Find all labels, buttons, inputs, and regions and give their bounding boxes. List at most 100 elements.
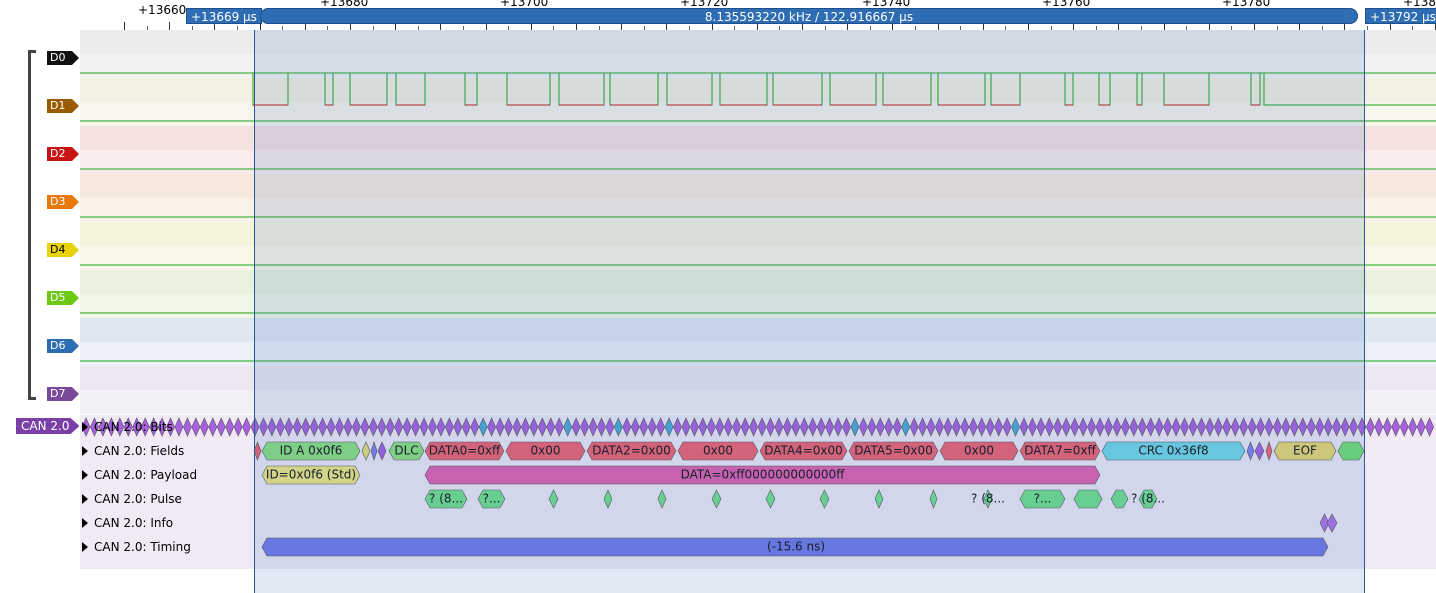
- decoder-row-4[interactable]: CAN 2.0: Info: [82, 511, 173, 535]
- bit-cell: [1230, 417, 1240, 437]
- decoder-bottom-padding: [80, 569, 1436, 593]
- bit-cell: [875, 417, 885, 437]
- pulse-label: ?...: [483, 492, 501, 506]
- bit-cell: [411, 417, 420, 437]
- decoder-row-2[interactable]: CAN 2.0: Payload: [82, 463, 197, 487]
- channel-row-band: [80, 198, 1436, 222]
- bit-cell: [1104, 417, 1113, 437]
- bit-cell: [622, 417, 632, 437]
- channel-group-bracket[interactable]: [28, 50, 36, 400]
- bit-cell: [419, 417, 429, 437]
- channel-tag-d7[interactable]: D7: [47, 387, 79, 401]
- cursor-left-flag[interactable]: +13669 µs: [186, 8, 262, 24]
- bit-cell: [352, 417, 361, 437]
- channel-row-band: [80, 390, 1436, 414]
- expand-triangle-icon[interactable]: [82, 518, 88, 528]
- channel-tag-d6[interactable]: D6: [47, 339, 79, 353]
- bit-cell: [850, 417, 860, 437]
- pulse-cell: [929, 489, 938, 509]
- channel-row-band: [80, 246, 1436, 270]
- bit-cell: [436, 417, 446, 437]
- channel-tag-d1[interactable]: D1: [47, 99, 79, 113]
- cursor-right-flag[interactable]: +13792 µs: [1365, 8, 1436, 24]
- field-label: DATA7=0xff: [1024, 444, 1096, 458]
- field-cell: [370, 441, 378, 461]
- bit-cell: [1315, 417, 1325, 437]
- bit-cell: [918, 417, 927, 437]
- bit-cell: [1053, 417, 1063, 437]
- bit-cell: [259, 417, 268, 437]
- expand-triangle-icon[interactable]: [82, 446, 88, 456]
- bit-cell: [1188, 417, 1198, 437]
- bit-cell: [1416, 417, 1426, 437]
- field-cell: [1254, 441, 1265, 461]
- bit-cell: [292, 417, 302, 437]
- bit-cell: [706, 417, 716, 437]
- channel-tag-d3[interactable]: D3: [47, 195, 79, 209]
- bit-cell: [183, 417, 192, 437]
- decoder-row-3[interactable]: CAN 2.0: Pulse: [82, 487, 182, 511]
- bit-cell: [892, 417, 902, 437]
- bit-cell: [1349, 417, 1358, 437]
- pulse-cell: [874, 489, 884, 509]
- bit-cell: [1002, 417, 1012, 437]
- channel-tag-d4[interactable]: D4: [47, 243, 79, 257]
- bit-cell: [859, 417, 868, 437]
- bit-cell: [1171, 417, 1181, 437]
- bit-cell: [1019, 417, 1029, 437]
- bit-cell: [537, 417, 547, 437]
- bit-cell: [1213, 417, 1223, 437]
- expand-triangle-icon[interactable]: [82, 494, 88, 504]
- bit-cell: [1197, 417, 1206, 437]
- expand-triangle-icon[interactable]: [82, 422, 88, 432]
- field-label: ID A 0x0f6: [280, 444, 343, 458]
- bit-cell: [216, 417, 226, 437]
- decoder-row-label: CAN 2.0: Pulse: [94, 492, 182, 506]
- decoder-area[interactable]: ID A 0x0f6 DLC DATA0=0xff 0x00 DATA2=0x00 0x0…: [80, 415, 1436, 569]
- field-label: 0x00: [530, 444, 560, 458]
- expand-triangle-icon[interactable]: [82, 542, 88, 552]
- bit-cell: [546, 417, 556, 437]
- bit-cell: [487, 417, 496, 437]
- expand-triangle-icon[interactable]: [82, 470, 88, 480]
- bit-cell: [766, 417, 775, 437]
- bit-cell: [1028, 417, 1037, 437]
- channel-row-band: [80, 54, 1436, 78]
- time-ruler[interactable]: +13660 +13680 +13700 +13720 +13740 +1376…: [0, 0, 1436, 30]
- trace-area[interactable]: [80, 30, 1436, 415]
- channel-tag-d0[interactable]: D0: [47, 51, 79, 65]
- pulse-label: ?...: [1034, 492, 1052, 506]
- bit-cell: [1061, 417, 1071, 437]
- bit-cell: [385, 417, 395, 437]
- bit-cell: [309, 417, 319, 437]
- bit-cell: [774, 417, 784, 437]
- decoder-row-5[interactable]: CAN 2.0: Timing: [82, 535, 191, 559]
- field-label: DATA0=0xff: [429, 444, 501, 458]
- pulse-cell: [711, 489, 722, 509]
- channel-tag-d5[interactable]: D5: [47, 291, 79, 305]
- pulse-cell: [603, 489, 613, 509]
- field-label: CRC 0x36f8: [1138, 444, 1208, 458]
- bit-cell: [909, 417, 919, 437]
- bit-cell: [833, 417, 843, 437]
- bit-cell: [529, 417, 539, 437]
- bit-cell: [343, 417, 353, 437]
- bit-cell: [1011, 417, 1020, 437]
- bit-cell: [791, 417, 801, 437]
- bit-cell: [242, 417, 251, 437]
- channel-tag-d2[interactable]: D2: [47, 147, 79, 161]
- measurement-bar[interactable]: 8.135593220 kHz / 122.916667 µs: [260, 8, 1358, 24]
- decoder-row-0[interactable]: CAN 2.0: Bits: [82, 415, 173, 439]
- decoder-svg: ID A 0x0f6 DLC DATA0=0xff 0x00 DATA2=0x00 0x0…: [81, 417, 1434, 557]
- bit-cell: [250, 417, 260, 437]
- bit-cell: [630, 417, 640, 437]
- bit-cell: [335, 417, 344, 437]
- bit-cell: [1281, 417, 1291, 437]
- field-label: DLC: [394, 444, 418, 458]
- bit-cell: [445, 417, 454, 437]
- payload-label: ID=0x0f6 (Std): [266, 468, 356, 482]
- decoder-row-1[interactable]: CAN 2.0: Fields: [82, 439, 184, 463]
- field-cell: [361, 441, 371, 461]
- bit-cell: [276, 417, 285, 437]
- bit-cell: [825, 417, 834, 437]
